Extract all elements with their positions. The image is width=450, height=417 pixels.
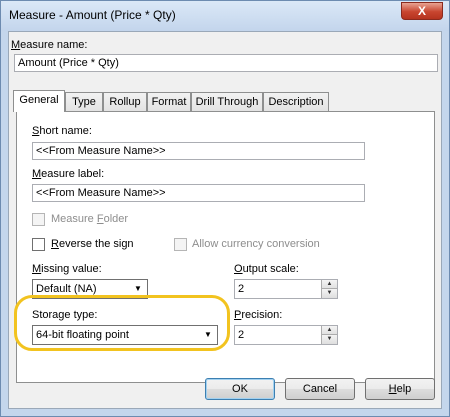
tab-format[interactable]: Format — [147, 92, 191, 111]
ok-button[interactable]: OK — [205, 378, 275, 400]
storage-type-selected: 64-bit floating point — [36, 329, 129, 341]
precision-spinner[interactable]: 2 ▲ ▼ — [234, 325, 338, 345]
missing-value-selected: Default (NA) — [36, 283, 97, 295]
measure-name-input[interactable]: Amount (Price * Qty) — [14, 54, 438, 72]
tab-description[interactable]: Description — [263, 92, 329, 111]
storage-type-label: Storage type: — [32, 309, 98, 321]
missing-value-select[interactable]: Default (NA) ▼ — [32, 279, 148, 299]
tab-drill-through[interactable]: Drill Through — [191, 92, 263, 111]
missing-value-label: Missing value: — [32, 263, 102, 275]
reverse-sign-checkbox[interactable] — [32, 238, 45, 251]
allow-currency-label: Allow currency conversion — [192, 238, 320, 250]
general-tab-panel: Short name: <<From Measure Name>> Measur… — [16, 111, 435, 383]
spin-down-icon[interactable]: ▼ — [321, 288, 337, 298]
window-title: Measure - Amount (Price * Qty) — [9, 8, 176, 22]
chevron-down-icon: ▼ — [134, 284, 142, 293]
short-name-label: Short name: — [32, 125, 92, 137]
reverse-sign-label: Reverse the sign — [51, 238, 134, 250]
storage-type-select[interactable]: 64-bit floating point ▼ — [32, 325, 218, 345]
short-name-input[interactable]: <<From Measure Name>> — [32, 142, 365, 160]
dialog-client: Measure name: Amount (Price * Qty) Gener… — [8, 31, 442, 409]
allow-currency-checkbox[interactable] — [174, 238, 187, 251]
measure-dialog: Measure - Amount (Price * Qty) X Measure… — [0, 0, 450, 417]
precision-label: Precision: — [234, 309, 283, 321]
tab-general[interactable]: General — [13, 90, 65, 112]
close-button[interactable]: X — [401, 2, 443, 20]
output-scale-label: Output scale: — [234, 263, 299, 275]
tab-rollup[interactable]: Rollup — [103, 92, 147, 111]
help-button[interactable]: Help — [365, 378, 435, 400]
tab-type[interactable]: Type — [65, 92, 103, 111]
spin-down-icon[interactable]: ▼ — [321, 334, 337, 344]
title-bar[interactable]: Measure - Amount (Price * Qty) X — [1, 1, 449, 31]
measure-folder-label: Measure Folder — [51, 213, 129, 225]
chevron-down-icon: ▼ — [204, 330, 212, 339]
measure-name-label: Measure name: — [11, 39, 88, 51]
measure-label-input[interactable]: <<From Measure Name>> — [32, 184, 365, 202]
measure-folder-checkbox[interactable] — [32, 213, 45, 226]
measure-label-label: Measure label: — [32, 168, 105, 180]
close-icon: X — [417, 4, 426, 18]
precision-value: 2 — [238, 329, 245, 341]
cancel-button[interactable]: Cancel — [285, 378, 355, 400]
output-scale-value: 2 — [238, 283, 245, 295]
output-scale-spinner[interactable]: 2 ▲ ▼ — [234, 279, 338, 299]
